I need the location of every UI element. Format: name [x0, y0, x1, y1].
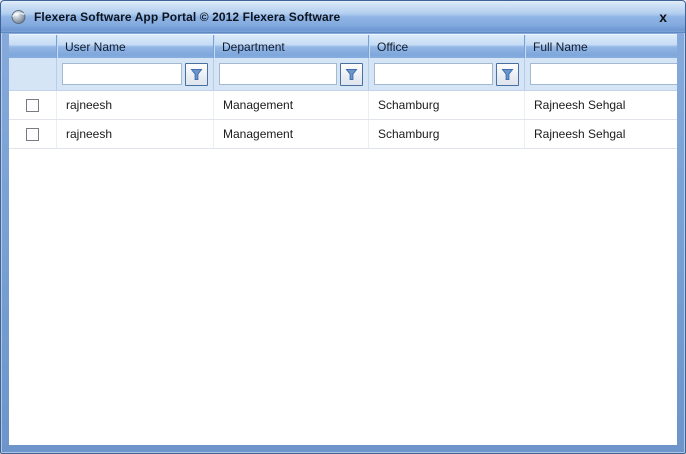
header-cell-select — [9, 35, 56, 58]
user-search-results-grid: User Name Department Office Full Name — [9, 34, 677, 445]
filter-button-department[interactable] — [340, 63, 363, 86]
cell-department: Management — [213, 120, 368, 148]
titlebar[interactable]: Flexera Software App Portal © 2012 Flexe… — [1, 1, 685, 33]
cell-department: Management — [213, 91, 368, 119]
cell-office: Schamburg — [368, 120, 524, 148]
header-cell-department[interactable]: Department — [213, 35, 368, 58]
cell-office: Schamburg — [368, 91, 524, 119]
filter-cell-select — [9, 58, 56, 90]
filter-cell-office — [368, 58, 524, 90]
header-cell-full-name[interactable]: Full Name — [524, 35, 677, 58]
header-cell-user-name[interactable]: User Name — [56, 35, 213, 58]
cell-user-name: rajneesh — [56, 91, 213, 119]
dialog-window: Flexera Software App Portal © 2012 Flexe… — [0, 0, 686, 454]
filter-input-full-name[interactable] — [530, 63, 677, 85]
cell-full-name: Rajneesh Sehgal — [524, 91, 677, 119]
filter-input-user-name[interactable] — [62, 63, 182, 85]
app-icon — [10, 8, 27, 25]
funnel-icon — [345, 68, 358, 81]
grid-header-row: User Name Department Office Full Name — [9, 34, 677, 58]
close-button[interactable]: x — [653, 8, 673, 26]
grid-empty-area — [9, 149, 677, 445]
table-row[interactable]: rajneesh Management Schamburg Rajneesh S… — [9, 91, 677, 120]
table-row[interactable]: rajneesh Management Schamburg Rajneesh S… — [9, 120, 677, 149]
grid-filter-row — [9, 58, 677, 91]
filter-button-office[interactable] — [496, 63, 519, 86]
cell-select — [9, 91, 56, 119]
filter-cell-user-name — [56, 58, 213, 90]
header-cell-office[interactable]: Office — [368, 35, 524, 58]
funnel-icon — [501, 68, 514, 81]
filter-button-user-name[interactable] — [185, 63, 208, 86]
row-checkbox[interactable] — [26, 128, 39, 141]
window-title: Flexera Software App Portal © 2012 Flexe… — [34, 10, 340, 24]
filter-input-department[interactable] — [219, 63, 337, 85]
funnel-icon — [190, 68, 203, 81]
cell-user-name: rajneesh — [56, 120, 213, 148]
cell-select — [9, 120, 56, 148]
filter-cell-full-name — [524, 58, 677, 90]
row-checkbox[interactable] — [26, 99, 39, 112]
cell-full-name: Rajneesh Sehgal — [524, 120, 677, 148]
filter-cell-department — [213, 58, 368, 90]
filter-input-office[interactable] — [374, 63, 493, 85]
